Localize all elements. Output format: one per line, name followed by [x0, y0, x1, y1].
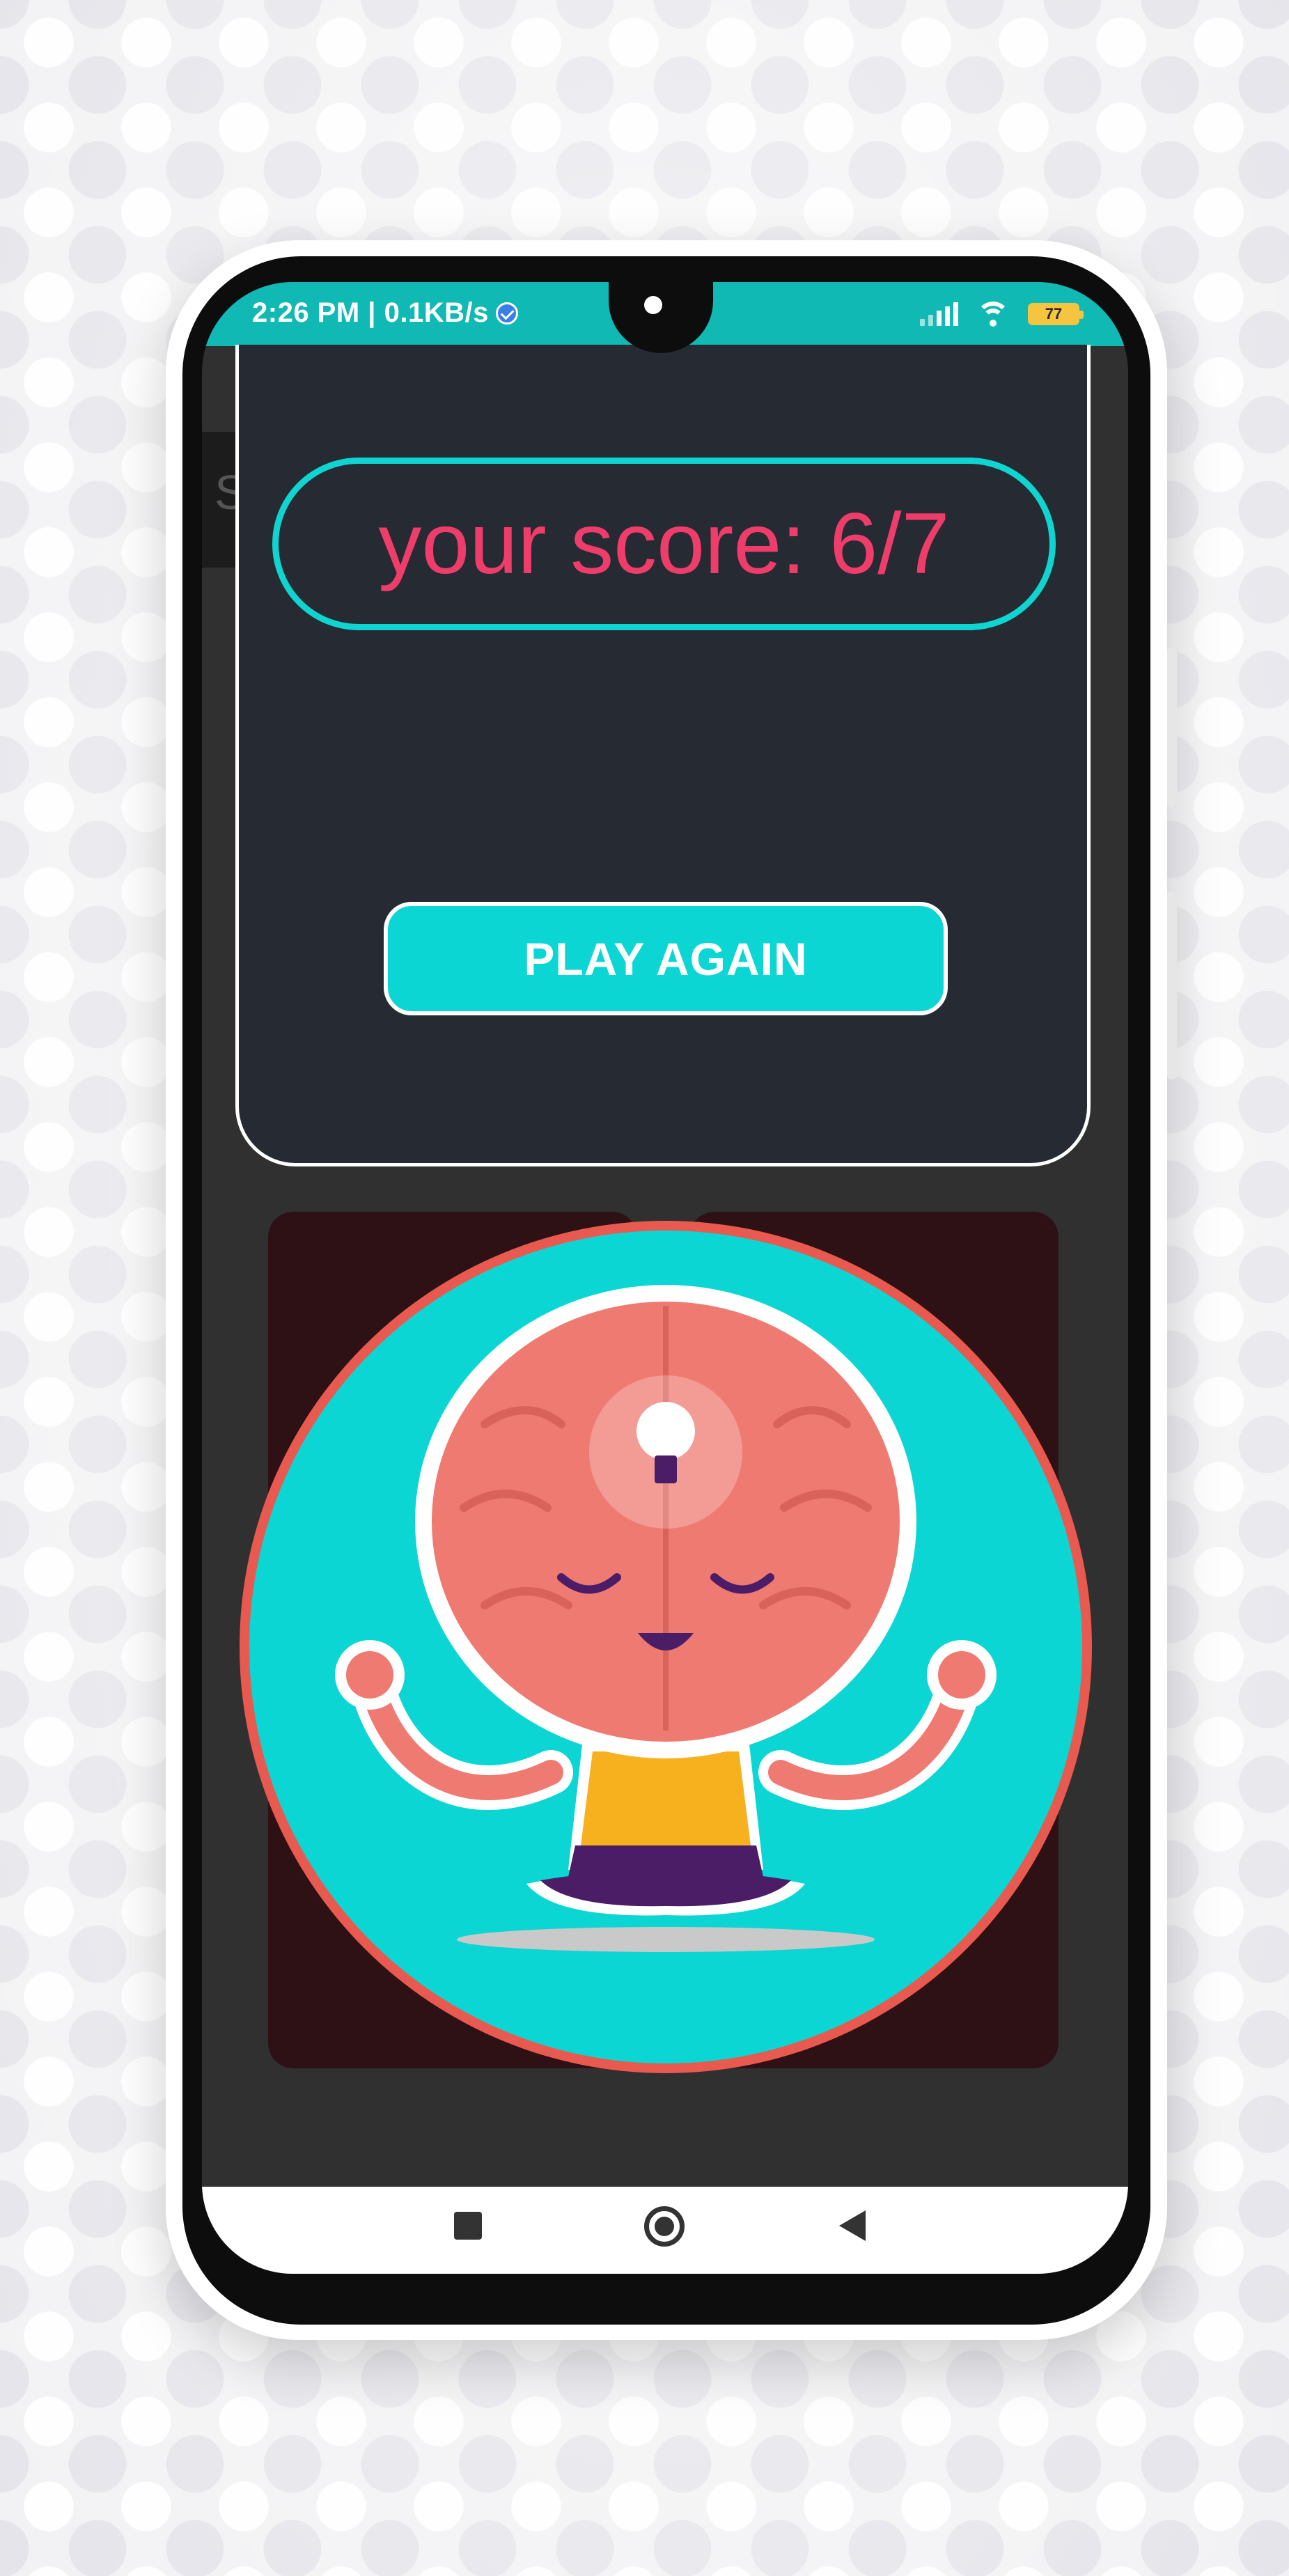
status-time-text: 2:26 PM | 0.1KB/s: [252, 297, 489, 328]
navigation-bar: [202, 2187, 1128, 2274]
home-icon[interactable]: [644, 2206, 685, 2247]
wifi-icon: [976, 302, 1010, 327]
score-display: your score: 6/7: [272, 458, 1056, 630]
recent-apps-icon[interactable]: [454, 2212, 482, 2240]
status-time: 2:26 PM | 0.1KB/s: [252, 297, 518, 329]
meditating-brain-lightbulb-icon: [240, 1221, 1092, 2073]
battery-icon: 77: [1028, 303, 1084, 325]
back-icon[interactable]: [839, 2210, 866, 2241]
phone-screen: S 2:26 PM | 0.1KB/s 77 your score: 6/7 P…: [202, 282, 1128, 2274]
status-icons: 77: [920, 299, 1084, 329]
verified-check-icon: [495, 302, 518, 325]
play-again-button[interactable]: PLAY AGAIN: [384, 902, 948, 1015]
signal-icon: [920, 302, 958, 326]
score-dialog: your score: 6/7 PLAY AGAIN: [235, 345, 1091, 1166]
phone-power-button: [1167, 891, 1177, 1079]
phone-volume-button: [1167, 648, 1177, 808]
front-camera-icon: [644, 296, 662, 314]
